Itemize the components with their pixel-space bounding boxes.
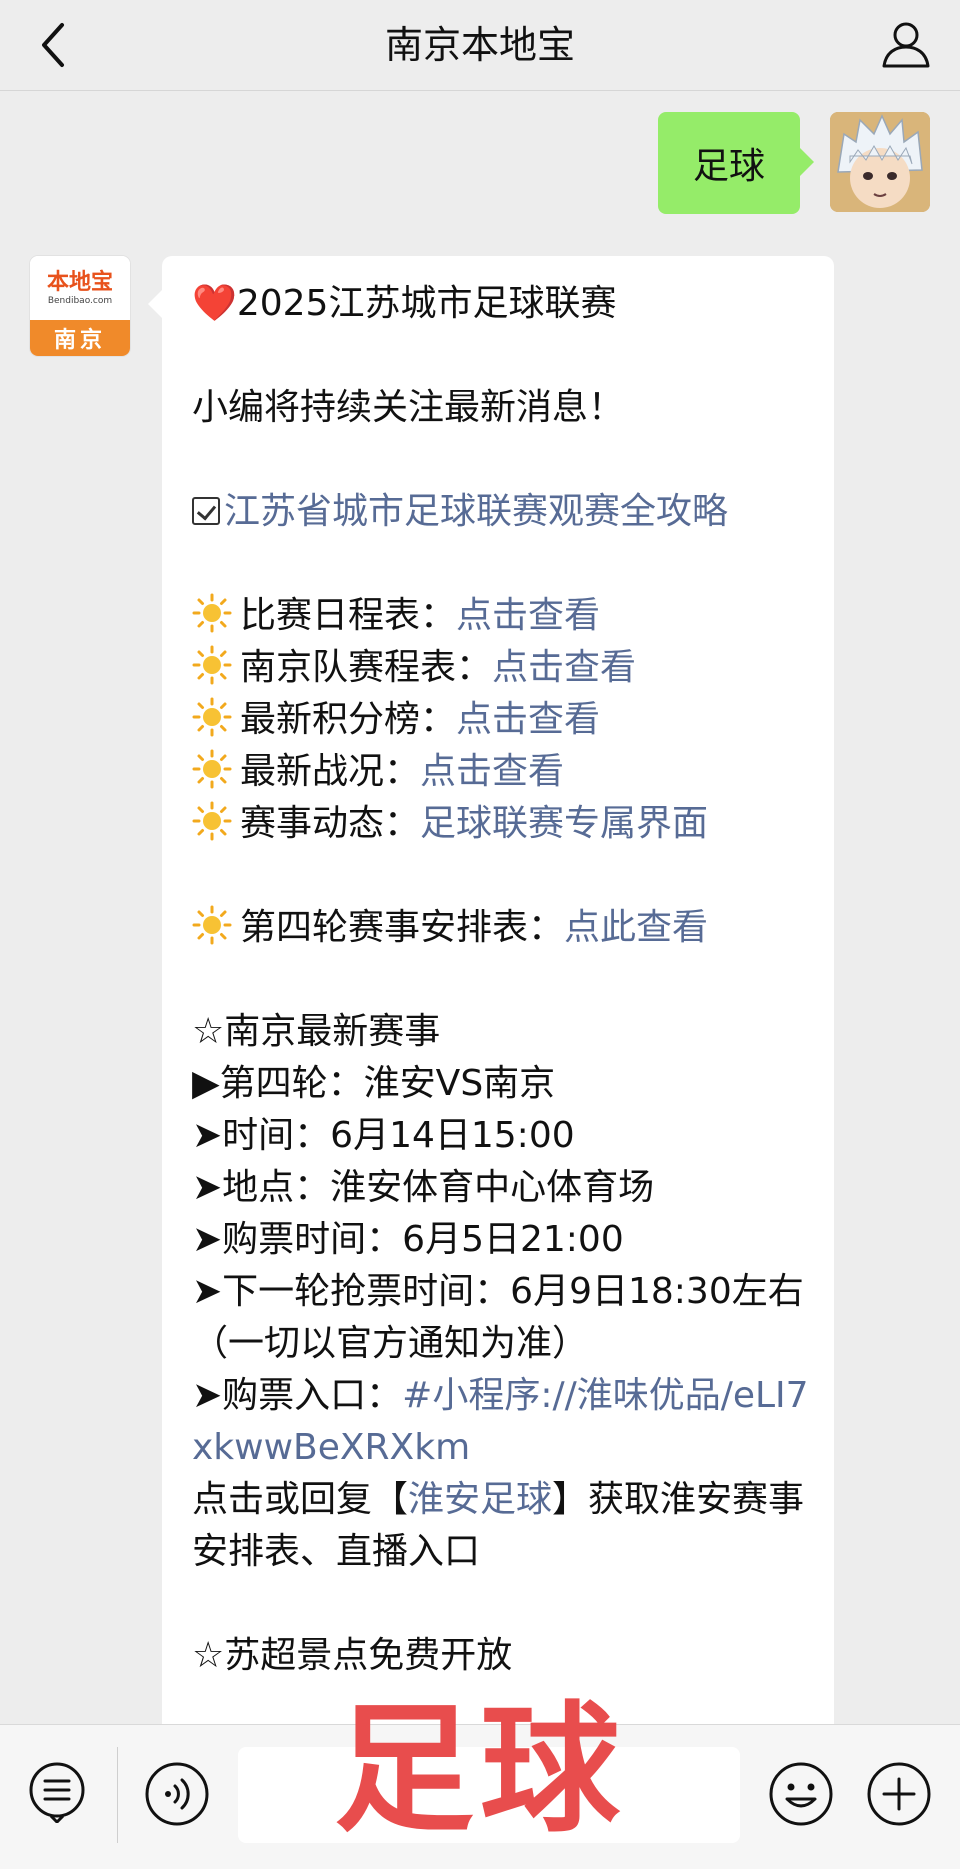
divider xyxy=(117,1747,118,1843)
item-label: 南京队赛程表： xyxy=(240,647,493,688)
league-page-link[interactable]: 足球联赛专属界面 xyxy=(420,803,708,844)
bendibao-logo: 本地宝 Bendibao.com xyxy=(30,256,130,320)
reply-row: 点击或回复【淮安足球】获取淮安赛事安排表、直播入口 xyxy=(192,1474,812,1578)
sun-icon xyxy=(192,749,232,789)
list-item: 比赛日程表：点击查看 xyxy=(192,590,812,642)
round4-label: 第四轮赛事安排表： xyxy=(240,907,565,948)
schedule-link[interactable]: 点击查看 xyxy=(456,595,600,636)
emoji-button[interactable] xyxy=(768,1761,834,1827)
plus-icon xyxy=(867,1762,931,1826)
sun-icon xyxy=(192,905,232,945)
ticket-entry-row: ➤购票入口：#小程序://淮味优品/eLI7xkwwBeXRXkm xyxy=(192,1370,812,1474)
menu-list-icon xyxy=(29,1762,85,1825)
message-title: 2025江苏城市足球联赛 xyxy=(236,283,617,324)
round4-link[interactable]: 点此查看 xyxy=(564,907,708,948)
chat-header: 南京本地宝 xyxy=(0,0,960,91)
match-line: ▶第四轮：淮安VS南京 xyxy=(192,1063,556,1104)
bot-avatar[interactable]: 本地宝 Bendibao.com 南京 xyxy=(30,256,130,356)
smiley-icon xyxy=(769,1762,833,1826)
standings-link[interactable]: 点击查看 xyxy=(456,699,600,740)
person-icon xyxy=(882,22,930,68)
reply-prefix: 点击或回复【 xyxy=(192,1479,409,1520)
item-label: 最新战况： xyxy=(240,751,421,792)
incoming-message-text: ❤️2025江苏城市足球联赛 小编将持续关注最新消息！ 江苏省城市足球联赛观赛全… xyxy=(192,278,812,1682)
scenic-heading: ☆苏超景点免费开放 xyxy=(192,1635,513,1676)
message-title-row: ❤️2025江苏城市足球联赛 xyxy=(192,278,812,330)
nanjing-schedule-link[interactable]: 点击查看 xyxy=(492,647,636,688)
plus-button[interactable] xyxy=(866,1761,932,1827)
item-label: 赛事动态： xyxy=(240,803,421,844)
round4-row: 第四轮赛事安排表：点此查看 xyxy=(192,902,812,954)
ticket-entry-label: ➤购票入口： xyxy=(192,1375,403,1416)
sun-icon xyxy=(192,645,232,685)
anime-avatar-image xyxy=(830,112,930,212)
follow-text: 小编将持续关注最新消息！ xyxy=(192,387,625,428)
list-item: 最新战况：点击查看 xyxy=(192,746,812,798)
list-item: 南京队赛程表：点击查看 xyxy=(192,642,812,694)
item-label: 最新积分榜： xyxy=(240,699,457,740)
sun-icon xyxy=(192,593,232,633)
sun-icon xyxy=(192,801,232,841)
profile-button[interactable] xyxy=(876,14,936,74)
logo-name: 本地宝 xyxy=(46,269,113,295)
time-line: ➤时间：6月14日15:00 xyxy=(192,1115,575,1156)
guide-row: 江苏省城市足球联赛观赛全攻略 xyxy=(192,486,812,538)
overlay-caption: 足球 xyxy=(333,1689,626,1852)
list-item: 最新积分榜：点击查看 xyxy=(192,694,812,746)
huaian-football-link[interactable]: 淮安足球 xyxy=(408,1479,552,1520)
next-ticket-line: ➤下一轮抢票时间：6月9日18:30左右（一切以官方通知为准） xyxy=(192,1271,804,1364)
checkbox-icon xyxy=(192,497,220,525)
logo-city: 南京 xyxy=(30,320,130,356)
place-line: ➤地点：淮安体育中心体育场 xyxy=(192,1167,655,1208)
menu-button[interactable] xyxy=(26,1761,88,1825)
voice-icon xyxy=(145,1762,209,1826)
list-item: 赛事动态：足球联赛专属界面 xyxy=(192,798,812,850)
outgoing-message[interactable]: 足球 xyxy=(658,112,814,214)
latest-results-link[interactable]: 点击查看 xyxy=(420,751,564,792)
user-avatar[interactable] xyxy=(830,112,930,212)
sun-icon xyxy=(192,697,232,737)
heart-icon: ❤️ xyxy=(192,283,237,324)
item-label: 比赛日程表： xyxy=(240,595,457,636)
guide-link[interactable]: 江苏省城市足球联赛观赛全攻略 xyxy=(224,491,728,532)
logo-sub: Bendibao.com xyxy=(47,296,113,306)
chat-title: 南京本地宝 xyxy=(384,23,575,67)
ticket-time-line: ➤购票时间：6月5日21:00 xyxy=(192,1219,624,1260)
nanjing-heading: ☆南京最新赛事 xyxy=(192,1011,441,1052)
voice-button[interactable] xyxy=(144,1761,210,1827)
